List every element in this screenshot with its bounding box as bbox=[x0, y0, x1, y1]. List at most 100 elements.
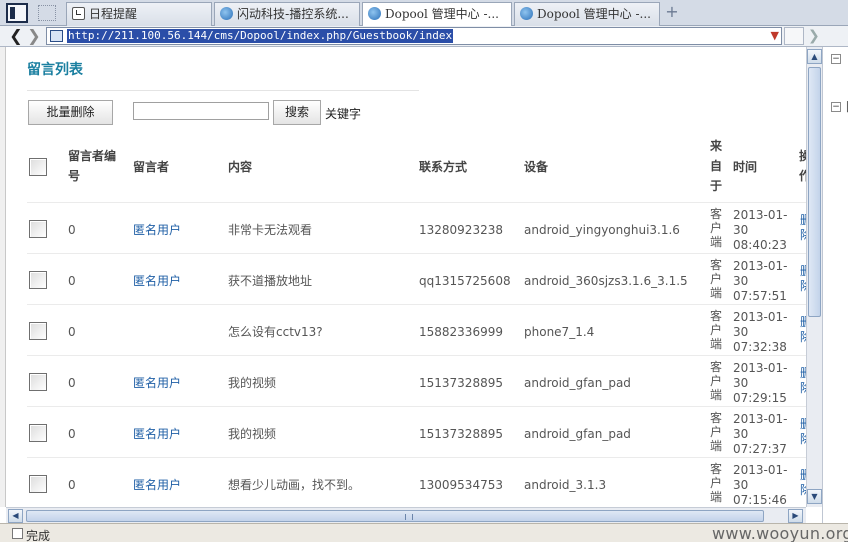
collapse-icon[interactable]: − bbox=[831, 102, 841, 112]
cell-device: android_3.1.3 bbox=[524, 478, 607, 492]
address-dropdown-icon[interactable]: ▼ bbox=[771, 28, 779, 44]
address-bar[interactable]: http://211.100.56.144/cms/Dopool/index.p… bbox=[46, 27, 782, 45]
header-device: 设备 bbox=[524, 160, 549, 174]
row-checkbox[interactable] bbox=[29, 475, 47, 493]
scroll-left-icon[interactable]: ◀ bbox=[8, 509, 23, 523]
globe-icon bbox=[368, 7, 381, 20]
title-divider bbox=[27, 90, 419, 91]
tab-label: Dopool 管理中心 -... bbox=[385, 7, 499, 21]
cell-contact: 15137328895 bbox=[419, 427, 503, 441]
status-text: 完成 bbox=[26, 529, 51, 542]
cell-user[interactable]: 匿名用户 bbox=[133, 272, 181, 289]
go-button[interactable] bbox=[784, 27, 804, 45]
cell-time: 2013-01-30 07:32:38 bbox=[733, 310, 788, 354]
header-user: 留言者 bbox=[133, 160, 170, 174]
select-all-checkbox[interactable] bbox=[29, 158, 47, 176]
cell-source: 客户端 bbox=[710, 462, 723, 504]
back-button[interactable]: ❮ bbox=[8, 27, 24, 45]
header-source: 来自于 bbox=[710, 139, 723, 193]
tab-broadcast-control[interactable]: 闪动科技-播控系统... bbox=[214, 2, 360, 26]
cell-user[interactable]: 匿名用户 bbox=[133, 221, 181, 238]
cell-source: 客户端 bbox=[710, 258, 723, 300]
row-divider bbox=[27, 355, 806, 356]
row-checkbox[interactable] bbox=[29, 373, 47, 391]
cell-user[interactable]: 匿名用户 bbox=[133, 425, 181, 442]
row-divider bbox=[27, 202, 806, 203]
cell-contact: 15882336999 bbox=[419, 325, 503, 339]
forward-button[interactable]: ❯ bbox=[26, 27, 42, 45]
header-content: 内容 bbox=[228, 160, 253, 174]
search-button[interactable]: 搜索 bbox=[273, 100, 321, 125]
scroll-up-icon[interactable]: ▲ bbox=[807, 49, 822, 64]
page-icon bbox=[50, 30, 63, 42]
globe-icon bbox=[520, 7, 533, 20]
tab-dopool-admin-active[interactable]: Dopool 管理中心 -... bbox=[362, 2, 512, 27]
row-checkbox[interactable] bbox=[29, 220, 47, 238]
cell-contact: qq1315725608 bbox=[419, 274, 511, 288]
keyword-label: 关键字 bbox=[325, 107, 362, 121]
cell-source: 客户端 bbox=[710, 309, 723, 351]
cell-time: 2013-01-30 07:57:51 bbox=[733, 259, 788, 303]
cell-contact: 13009534753 bbox=[419, 478, 503, 492]
cell-id: 0 bbox=[68, 325, 76, 339]
bulk-delete-button[interactable]: 批量删除 bbox=[28, 100, 113, 125]
collapse-icon[interactable]: − bbox=[831, 54, 841, 64]
cell-time: 2013-01-30 08:40:23 bbox=[733, 208, 788, 252]
row-checkbox[interactable] bbox=[29, 424, 47, 442]
header-action: 操作 bbox=[799, 149, 806, 183]
cell-content: 我的视频 bbox=[228, 427, 277, 441]
cell-device: android_gfan_pad bbox=[524, 376, 631, 390]
globe-icon bbox=[220, 7, 233, 20]
page-status-icon bbox=[12, 528, 23, 539]
clock-icon bbox=[72, 7, 85, 20]
page-viewport: 留言列表 批量删除 搜索 关键字 留言者编号 留言者 内容 联系方式 设备 来自… bbox=[6, 47, 806, 507]
tab-dopool-admin[interactable]: Dopool 管理中心 -... bbox=[514, 2, 660, 26]
cell-device: android_yingyonghui3.1.6 bbox=[524, 223, 680, 237]
cell-id: 0 bbox=[68, 223, 76, 237]
horizontal-scrollbar[interactable]: ◀ ▶ bbox=[6, 507, 806, 523]
header-contact: 联系方式 bbox=[419, 160, 468, 174]
scroll-down-icon[interactable]: ▼ bbox=[807, 489, 822, 504]
cell-time: 2013-01-30 07:15:46 bbox=[733, 463, 788, 507]
tab-label: 日程提醒 bbox=[89, 7, 138, 21]
blank-tab-icon[interactable] bbox=[38, 5, 56, 21]
search-input[interactable] bbox=[133, 102, 269, 120]
cell-user[interactable]: 匿名用户 bbox=[133, 476, 181, 493]
navigation-bar: ❮ ❯ http://211.100.56.144/cms/Dopool/ind… bbox=[0, 26, 848, 47]
right-side-panel: − − 回 bbox=[822, 47, 848, 523]
cell-contact: 15137328895 bbox=[419, 376, 503, 390]
page-title: 留言列表 bbox=[27, 62, 83, 78]
tab-bar: 日程提醒 闪动科技-播控系统... Dopool 管理中心 -... Dopoo… bbox=[0, 0, 848, 27]
cell-content: 获不道播放地址 bbox=[228, 274, 313, 288]
cell-device: phone7_1.4 bbox=[524, 325, 595, 339]
url-text[interactable]: http://211.100.56.144/cms/Dopool/index.p… bbox=[67, 29, 454, 43]
new-tab-button[interactable]: + bbox=[664, 4, 680, 20]
header-time: 时间 bbox=[733, 160, 758, 174]
cell-device: android_360sjzs3.1.6_3.1.5 bbox=[524, 274, 688, 288]
watermark: www.wooyun.org bbox=[712, 524, 848, 542]
cell-id: 0 bbox=[68, 274, 76, 288]
vertical-scroll-thumb[interactable] bbox=[808, 67, 821, 317]
cell-content: 想看少儿动画，找不到。 bbox=[228, 478, 361, 492]
row-divider bbox=[27, 406, 806, 407]
cell-id: 0 bbox=[68, 376, 76, 390]
cell-content: 我的视频 bbox=[228, 376, 277, 390]
cell-device: android_gfan_pad bbox=[524, 427, 631, 441]
row-checkbox[interactable] bbox=[29, 322, 47, 340]
cell-source: 客户端 bbox=[710, 207, 723, 249]
row-checkbox[interactable] bbox=[29, 271, 47, 289]
sidebar-toggle-icon bbox=[10, 7, 15, 19]
scroll-right-icon[interactable]: ▶ bbox=[788, 509, 803, 523]
row-divider bbox=[27, 457, 806, 458]
scroll-grip-icon bbox=[405, 514, 413, 520]
go-arrow-icon[interactable]: ❯ bbox=[808, 27, 820, 45]
cell-content: 非常卡无法观看 bbox=[228, 223, 313, 237]
horizontal-scroll-thumb[interactable] bbox=[26, 510, 764, 522]
vertical-scrollbar[interactable]: ▲ ▼ bbox=[806, 47, 822, 507]
sidebar-toggle-button[interactable] bbox=[6, 3, 28, 23]
cell-user[interactable]: 匿名用户 bbox=[133, 374, 181, 391]
cell-content: 怎么设有cctv13? bbox=[228, 325, 323, 339]
cell-contact: 13280923238 bbox=[419, 223, 503, 237]
tab-schedule-reminder[interactable]: 日程提醒 bbox=[66, 2, 212, 26]
header-user-id: 留言者编号 bbox=[68, 149, 117, 183]
